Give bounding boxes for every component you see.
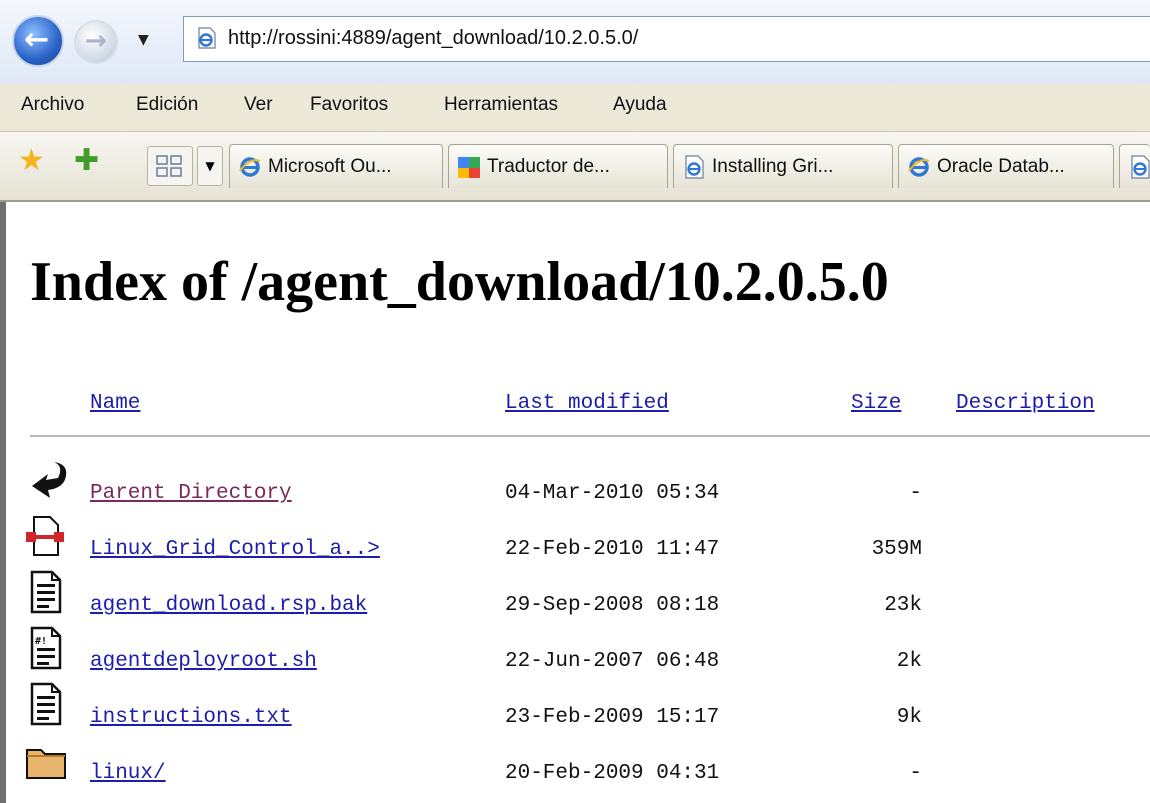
- address-text: http://rossini:4889/agent_download/10.2.…: [228, 27, 639, 49]
- last-modified-cell: 22-Jun-2007 06:48: [505, 650, 720, 673]
- tab-label: Traductor de...: [487, 156, 610, 177]
- menu-favoritos[interactable]: Favoritos: [310, 94, 388, 116]
- quick-tabs-icon: [156, 155, 182, 177]
- svg-text:#!: #!: [35, 636, 47, 647]
- tab-oracle-database[interactable]: Oracle Datab...: [898, 144, 1114, 188]
- column-header-last-modified[interactable]: Last modified: [505, 392, 669, 415]
- google-translate-icon: [458, 157, 480, 178]
- tab-bar: ★ ✚ ▼ Microsoft Ou... Traductor de... In…: [0, 132, 1150, 202]
- tab-list-button[interactable]: ▼: [197, 146, 223, 186]
- size-cell: -: [909, 762, 922, 785]
- forward-button[interactable]: →: [74, 20, 118, 64]
- size-cell: -: [909, 482, 922, 505]
- tab-label: Microsoft Ou...: [268, 156, 392, 177]
- back-arrow-icon: ←: [24, 22, 50, 57]
- menu-ver[interactable]: Ver: [244, 94, 273, 116]
- menu-bar: Archivo Edición Ver Favoritos Herramient…: [0, 84, 1150, 132]
- tab-traductor[interactable]: Traductor de...: [448, 144, 668, 188]
- ie-icon: [239, 157, 261, 177]
- last-modified-cell: 29-Sep-2008 08:18: [505, 594, 720, 617]
- tab-label: Oracle Datab...: [937, 156, 1065, 177]
- column-header-description[interactable]: Description: [956, 392, 1095, 415]
- folder-icon: [26, 749, 66, 779]
- favorites-star-icon[interactable]: ★: [18, 146, 45, 176]
- text-file-icon: [30, 682, 62, 726]
- add-favorite-icon[interactable]: ✚: [74, 146, 99, 176]
- page-content: Index of /agent_download/10.2.0.5.0 Name…: [0, 202, 1150, 803]
- ie-page-icon: [198, 27, 216, 49]
- list-item-link[interactable]: linux/: [90, 762, 166, 785]
- back-arrow-icon: [32, 462, 67, 498]
- ie-page-icon: [685, 155, 704, 179]
- size-cell: 23k: [884, 594, 922, 617]
- history-dropdown-icon[interactable]: ▼: [138, 32, 149, 48]
- menu-edicion[interactable]: Edición: [136, 94, 198, 116]
- size-cell: 2k: [896, 650, 922, 673]
- quick-tabs-button[interactable]: [147, 146, 193, 186]
- page-title: Index of /agent_download/10.2.0.5.0: [30, 251, 889, 313]
- window-left-border: [0, 202, 6, 803]
- chevron-down-icon: ▼: [205, 159, 215, 173]
- size-cell: 9k: [896, 706, 922, 729]
- last-modified-cell: 20-Feb-2009 04:31: [505, 762, 720, 785]
- list-item-link[interactable]: Linux_Grid_Control_a..>: [90, 538, 380, 561]
- tab-label: Installing Gri...: [712, 156, 834, 177]
- address-bar[interactable]: http://rossini:4889/agent_download/10.2.…: [183, 16, 1150, 62]
- ie-icon: [908, 157, 930, 177]
- column-header-name[interactable]: Name: [90, 392, 140, 415]
- text-file-icon: [30, 570, 62, 614]
- ie-page-icon: [1131, 155, 1150, 179]
- back-button[interactable]: ←: [12, 15, 64, 67]
- forward-arrow-icon: →: [85, 26, 107, 56]
- column-header-size[interactable]: Size: [851, 392, 901, 415]
- list-item-link[interactable]: agentdeployroot.sh: [90, 650, 317, 673]
- menu-ayuda[interactable]: Ayuda: [613, 94, 667, 116]
- last-modified-cell: 22-Feb-2010 11:47: [505, 538, 720, 561]
- menu-herramientas[interactable]: Herramientas: [444, 94, 558, 116]
- script-file-icon: #!: [30, 626, 62, 670]
- address-toolbar: ← → ▼ http://rossini:4889/agent_download…: [0, 0, 1150, 84]
- menu-archivo[interactable]: Archivo: [21, 94, 84, 116]
- tab-installing-grid[interactable]: Installing Gri...: [673, 144, 893, 188]
- last-modified-cell: 23-Feb-2009 15:17: [505, 706, 720, 729]
- compressed-file-icon: [26, 516, 64, 556]
- list-item-link[interactable]: instructions.txt: [90, 706, 292, 729]
- last-modified-cell: 04-Mar-2010 05:34: [505, 482, 720, 505]
- header-divider: [30, 435, 1150, 437]
- list-item-link[interactable]: Parent Directory: [90, 482, 292, 505]
- tab-microsoft-outlook[interactable]: Microsoft Ou...: [229, 144, 443, 188]
- tab-partial[interactable]: [1119, 144, 1150, 188]
- size-cell: 359M: [871, 538, 922, 561]
- list-item-link[interactable]: agent_download.rsp.bak: [90, 594, 367, 617]
